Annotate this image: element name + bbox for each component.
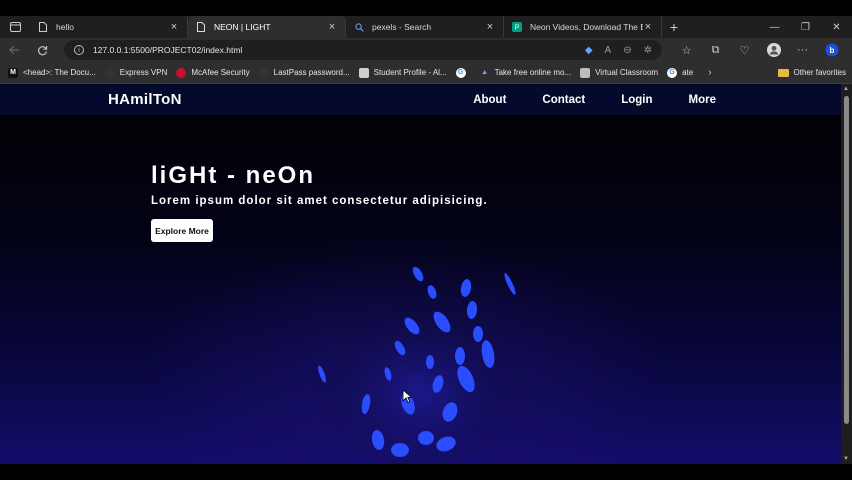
restore-button[interactable]: ❐ bbox=[790, 16, 821, 38]
window-controls: — ❐ ✕ bbox=[759, 16, 852, 38]
copilot-icon[interactable]: b bbox=[817, 38, 846, 62]
scroll-down-arrow-icon[interactable]: ▼ bbox=[843, 456, 849, 462]
refresh-button[interactable] bbox=[28, 38, 56, 62]
google-icon: G bbox=[455, 67, 466, 78]
zoom-out-icon[interactable]: ⊖ bbox=[623, 45, 631, 56]
letterbox-bottom bbox=[0, 464, 852, 480]
nav-link-login[interactable]: Login bbox=[621, 94, 652, 106]
bookmarks-overflow-chevron-icon[interactable]: › bbox=[708, 67, 711, 78]
back-arrow-icon bbox=[8, 45, 19, 55]
url-text: 127.0.0.1:5500/PROJECT02/index.html bbox=[93, 45, 243, 55]
bookmark-item[interactable]: Gate bbox=[667, 67, 694, 78]
search-icon bbox=[354, 22, 364, 32]
refresh-icon bbox=[37, 45, 47, 55]
other-favorites-folder[interactable]: Other favorites bbox=[777, 68, 846, 77]
google-icon: G bbox=[667, 67, 678, 78]
settings-more-icon[interactable]: ··· bbox=[788, 38, 817, 62]
tab-actions-button[interactable] bbox=[0, 16, 30, 38]
tab-title: pexels - Search bbox=[372, 22, 432, 32]
svg-text:P: P bbox=[515, 25, 520, 32]
online-course-icon: ▲ bbox=[479, 67, 490, 78]
lastpass-icon bbox=[258, 67, 269, 78]
nav-link-contact[interactable]: Contact bbox=[542, 94, 585, 106]
other-favorites-label: Other favorites bbox=[793, 68, 846, 77]
tab-close-icon[interactable]: × bbox=[327, 22, 337, 33]
profile-avatar-icon[interactable] bbox=[759, 38, 788, 62]
site-navbar: HAmilToN About Contact Login More bbox=[0, 84, 841, 115]
bookmark-item[interactable]: Virtual Classroom bbox=[580, 67, 659, 78]
letterbox-top bbox=[0, 0, 852, 16]
bookmark-label: Take free online mo... bbox=[494, 68, 572, 77]
expressvpn-icon bbox=[104, 67, 115, 78]
tab-close-icon[interactable]: × bbox=[169, 22, 179, 33]
virtual-classroom-icon bbox=[580, 67, 591, 78]
tab-close-icon[interactable]: × bbox=[485, 22, 495, 33]
neon-hand-image bbox=[310, 266, 530, 464]
bookmark-label: ate bbox=[682, 68, 694, 77]
tab-pexels-search[interactable]: pexels - Search × bbox=[346, 16, 504, 38]
coupon-tag-icon[interactable]: ◆ bbox=[585, 45, 593, 56]
nav-link-more[interactable]: More bbox=[689, 94, 716, 106]
mdn-icon: M bbox=[8, 67, 18, 78]
minimize-button[interactable]: — bbox=[759, 16, 790, 38]
page-scrollbar[interactable]: ▲ ▼ bbox=[841, 84, 852, 464]
tab-neon-light[interactable]: NEON | LIGHT × bbox=[188, 16, 346, 38]
address-bar[interactable]: i 127.0.0.1:5500/PROJECT02/index.html ◆ … bbox=[64, 40, 662, 60]
bookmark-item[interactable]: McAfee Security bbox=[176, 67, 250, 78]
tab-close-icon[interactable]: × bbox=[643, 22, 653, 33]
tab-actions-icon bbox=[9, 22, 21, 32]
close-window-button[interactable]: ✕ bbox=[821, 16, 852, 38]
hero-title: liGHt - neOn bbox=[151, 162, 315, 189]
tab-title: hello bbox=[56, 22, 74, 32]
tab-neon-videos[interactable]: P Neon Videos, Download The BEST × bbox=[504, 16, 662, 38]
read-aloud-icon[interactable]: A bbox=[605, 45, 612, 56]
folder-icon bbox=[777, 68, 789, 77]
browser-essentials-icon[interactable]: ♡ bbox=[730, 38, 759, 62]
bookmark-item[interactable]: ▲ Take free online mo... bbox=[479, 67, 572, 78]
hero-subtitle: Lorem ipsum dolor sit amet consectetur a… bbox=[151, 195, 488, 207]
pexels-icon: P bbox=[512, 22, 522, 32]
bookmark-item[interactable]: LastPass password... bbox=[258, 67, 350, 78]
svg-text:b: b bbox=[829, 46, 834, 55]
bookmark-item[interactable]: M <head>: The Docu... bbox=[8, 67, 96, 78]
scroll-up-arrow-icon[interactable]: ▲ bbox=[843, 86, 849, 92]
bookmark-item[interactable]: G bbox=[455, 67, 471, 78]
bookmark-label: Student Profile - Al... bbox=[373, 68, 447, 77]
tab-title: NEON | LIGHT bbox=[214, 22, 271, 32]
scrollbar-thumb[interactable] bbox=[844, 96, 849, 424]
favorites-icon[interactable]: ☆ bbox=[672, 38, 701, 62]
explore-more-button[interactable]: Explore More bbox=[151, 219, 213, 242]
bookmark-item[interactable]: Student Profile - Al... bbox=[358, 67, 447, 78]
site-brand-logo[interactable]: HAmilToN bbox=[108, 91, 182, 108]
browser-toolbar: i 127.0.0.1:5500/PROJECT02/index.html ◆ … bbox=[0, 38, 852, 62]
student-profile-icon bbox=[358, 67, 369, 78]
address-bar-icons: ◆ A ⊖ ✲ bbox=[585, 45, 652, 56]
tab-strip: hello × NEON | LIGHT × pexels - Search ×… bbox=[0, 16, 852, 38]
bookmark-label: LastPass password... bbox=[273, 68, 350, 77]
mcafee-icon bbox=[176, 67, 187, 78]
tab-title: Neon Videos, Download The BEST bbox=[530, 22, 643, 32]
nav-link-about[interactable]: About bbox=[473, 94, 506, 106]
site-info-icon[interactable]: i bbox=[74, 45, 84, 55]
bookmark-label: Express VPN bbox=[119, 68, 168, 77]
extension-puzzle-icon[interactable]: ✲ bbox=[644, 45, 652, 56]
collections-icon[interactable]: ⧉ bbox=[701, 38, 730, 62]
back-button[interactable] bbox=[0, 38, 28, 62]
bookmark-label: McAfee Security bbox=[191, 68, 250, 77]
new-tab-button[interactable]: + bbox=[662, 16, 686, 38]
page-icon bbox=[38, 22, 48, 32]
site-nav-links: About Contact Login More bbox=[473, 84, 716, 115]
tab-hello[interactable]: hello × bbox=[30, 16, 188, 38]
page-viewport: HAmilToN About Contact Login More liGHt … bbox=[0, 84, 841, 464]
bookmarks-bar: M <head>: The Docu... Express VPN McAfee … bbox=[0, 62, 852, 84]
mouse-cursor-icon bbox=[402, 389, 412, 403]
bookmark-label: Virtual Classroom bbox=[595, 68, 659, 77]
page-icon bbox=[196, 22, 206, 32]
bookmark-label: <head>: The Docu... bbox=[23, 68, 96, 77]
toolbar-icons: ☆ ⧉ ♡ ··· b bbox=[672, 38, 846, 62]
bookmark-item[interactable]: Express VPN bbox=[104, 67, 168, 78]
